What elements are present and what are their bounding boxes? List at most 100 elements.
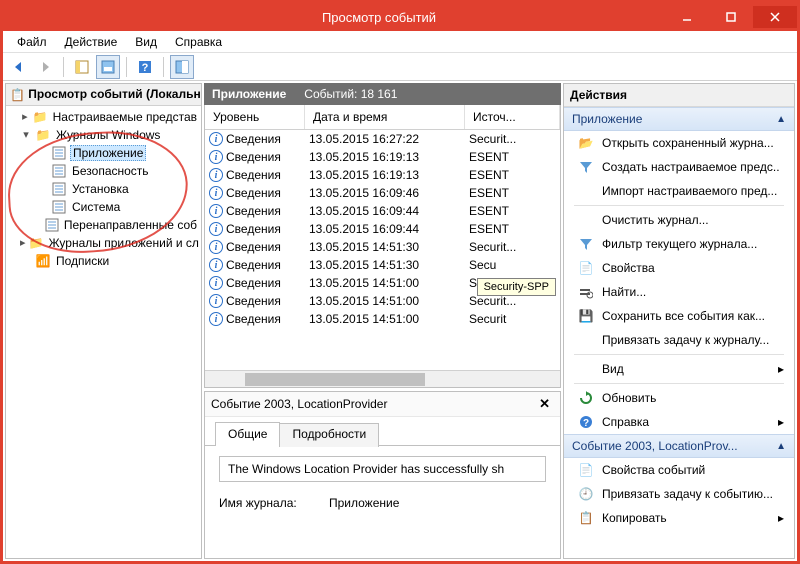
folder-icon: 📁 [29, 235, 44, 251]
svg-text:?: ? [583, 418, 589, 429]
menu-help[interactable]: Справка [167, 33, 230, 51]
action-create-custom-view[interactable]: Создать настраиваемое предс.. [564, 155, 794, 179]
info-icon: i [209, 222, 223, 236]
tree-subscriptions[interactable]: 📶Подписки [6, 252, 201, 270]
log-name-label: Имя журнала: [219, 496, 309, 510]
log-icon [51, 145, 67, 161]
tab-details[interactable]: Подробности [279, 423, 379, 447]
import-icon [578, 183, 594, 199]
grid-title: Приложение [212, 87, 286, 101]
tree-header: 📋 Просмотр событий (Локальны [6, 84, 201, 106]
tree-forwarded[interactable]: Перенаправленные соб [6, 216, 201, 234]
col-datetime[interactable]: Дата и время [305, 105, 465, 129]
action-attach-task-event[interactable]: 🕘Привязать задачу к событию... [564, 482, 794, 506]
info-icon: i [209, 186, 223, 200]
tree-custom-views[interactable]: ▸📁Настраиваемые представ [6, 108, 201, 126]
tree-panel: 📋 Просмотр событий (Локальны ▸📁Настраива… [5, 83, 202, 559]
tree-system[interactable]: Система [6, 198, 201, 216]
action-attach-task-log[interactable]: Привязать задачу к журналу... [564, 328, 794, 352]
actions-title: Действия [564, 84, 794, 107]
table-row[interactable]: iСведения13.05.2015 16:19:13ESENT [205, 166, 560, 184]
table-row[interactable]: iСведения13.05.2015 14:51:30Securit... [205, 238, 560, 256]
copy-icon: 📋 [578, 510, 594, 526]
show-tree-button[interactable] [70, 55, 94, 79]
back-button[interactable] [7, 55, 31, 79]
action-help[interactable]: ?Справка▸ [564, 410, 794, 434]
action-view[interactable]: Вид▸ [564, 357, 794, 381]
info-icon: i [209, 312, 223, 326]
col-source[interactable]: Источ... [465, 105, 560, 129]
action-import-custom-view[interactable]: Импорт настраиваемого пред... [564, 179, 794, 203]
window-title: Просмотр событий [93, 10, 665, 25]
save-icon: 💾 [578, 308, 594, 324]
action-filter-log[interactable]: Фильтр текущего журнала... [564, 232, 794, 256]
forward-button[interactable] [33, 55, 57, 79]
action-clear-log[interactable]: Очистить журнал... [564, 208, 794, 232]
menu-view[interactable]: Вид [127, 33, 165, 51]
action-copy[interactable]: 📋Копировать▸ [564, 506, 794, 530]
toggle-preview-button[interactable] [96, 55, 120, 79]
tree-windows-logs[interactable]: ▾📁Журналы Windows [6, 126, 201, 144]
rss-icon: 📶 [35, 253, 51, 269]
section-event[interactable]: Событие 2003, LocationProv...▲ [564, 434, 794, 458]
toolbar: ? [3, 53, 797, 81]
table-row[interactable]: iСведения13.05.2015 16:09:44ESENT [205, 202, 560, 220]
tree-security[interactable]: Безопасность [6, 162, 201, 180]
folder-icon: 📁 [35, 127, 51, 143]
actions-panel: Действия Приложение▲ 📂Открыть сохраненны… [563, 83, 795, 559]
grid-title-bar: Приложение Событий: 18 161 [204, 83, 561, 105]
help-icon: ? [578, 414, 594, 430]
info-icon: i [209, 240, 223, 254]
col-level[interactable]: Уровень [205, 105, 305, 129]
section-application[interactable]: Приложение▲ [564, 107, 794, 131]
table-row[interactable]: iСведения13.05.2015 16:27:22Securit... [205, 130, 560, 148]
toggle-actions-button[interactable] [170, 55, 194, 79]
menubar: Файл Действие Вид Справка [3, 31, 797, 53]
filter-new-icon [578, 159, 594, 175]
action-event-properties[interactable]: 📄Свойства событий [564, 458, 794, 482]
hscrollbar[interactable] [205, 370, 560, 387]
center-panel: Приложение Событий: 18 161 Уровень Дата … [204, 83, 561, 559]
info-icon: i [209, 294, 223, 308]
action-open-saved-log[interactable]: 📂Открыть сохраненный журна... [564, 131, 794, 155]
action-save-all-events[interactable]: 💾Сохранить все события как... [564, 304, 794, 328]
log-icon [45, 217, 59, 233]
table-row[interactable]: iСведения13.05.2015 14:51:00Securit [205, 310, 560, 328]
tree-setup[interactable]: Установка [6, 180, 201, 198]
menu-action[interactable]: Действие [57, 33, 126, 51]
table-row[interactable]: iСведения13.05.2015 16:09:46ESENT [205, 184, 560, 202]
info-icon: i [209, 258, 223, 272]
action-find[interactable]: Найти... [564, 280, 794, 304]
tab-general[interactable]: Общие [215, 422, 280, 446]
action-refresh[interactable]: Обновить [564, 386, 794, 410]
log-icon [51, 181, 67, 197]
table-row[interactable]: iСведения13.05.2015 16:09:44ESENT [205, 220, 560, 238]
find-icon [578, 284, 594, 300]
table-row[interactable]: iСведения13.05.2015 16:19:13ESENT [205, 148, 560, 166]
filter-icon [578, 236, 594, 252]
info-icon: i [209, 132, 223, 146]
details-panel: Событие 2003, LocationProvider ✕ Общие П… [204, 391, 561, 559]
action-properties[interactable]: 📄Свойства [564, 256, 794, 280]
tree-application[interactable]: Приложение [6, 144, 201, 162]
details-title: Событие 2003, LocationProvider [211, 397, 387, 411]
minimize-button[interactable] [665, 6, 709, 28]
menu-file[interactable]: Файл [9, 33, 55, 51]
chevron-right-icon: ▸ [778, 511, 784, 525]
maximize-button[interactable] [709, 6, 753, 28]
grid-body[interactable]: iСведения13.05.2015 16:27:22Securit...iС… [205, 130, 560, 370]
properties-icon: 📄 [578, 260, 594, 276]
grid-count: Событий: 18 161 [304, 87, 397, 101]
refresh-icon [578, 390, 594, 406]
tree[interactable]: ▸📁Настраиваемые представ ▾📁Журналы Windo… [6, 106, 201, 558]
table-row[interactable]: iСведения13.05.2015 14:51:30Secu [205, 256, 560, 274]
help-button[interactable]: ? [133, 55, 157, 79]
tree-apps-logs[interactable]: ▸📁Журналы приложений и сл [6, 234, 201, 252]
svg-text:?: ? [142, 62, 149, 74]
chevron-up-icon: ▲ [776, 441, 786, 452]
close-button[interactable] [753, 6, 797, 28]
details-close-button[interactable]: ✕ [535, 396, 554, 412]
tooltip: Security-SPP [477, 278, 556, 296]
properties-icon: 📄 [578, 462, 594, 478]
grid-header[interactable]: Уровень Дата и время Источ... [205, 105, 560, 130]
